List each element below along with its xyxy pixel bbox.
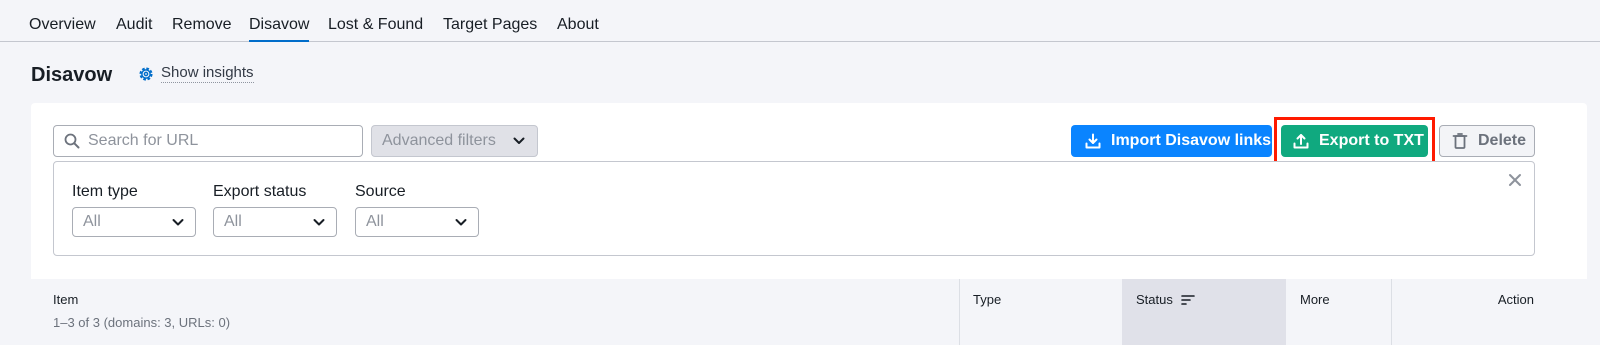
import-disavow-links-button[interactable]: Import Disavow links — [1071, 125, 1272, 157]
export-status-value: All — [224, 213, 242, 230]
export-to-txt-button[interactable]: Export to TXT — [1281, 125, 1428, 157]
top-navigation: Overview Audit Remove Disavow Lost & Fou… — [0, 0, 1600, 42]
tab-target-pages[interactable]: Target Pages — [443, 15, 537, 35]
column-status-wrap: Status — [1136, 292, 1195, 307]
chevron-down-icon — [313, 219, 325, 226]
search-icon — [64, 133, 80, 149]
download-icon — [1085, 133, 1101, 149]
export-status-select[interactable]: All — [213, 207, 337, 237]
close-icon[interactable] — [1508, 173, 1522, 187]
export-label: Export to TXT — [1319, 132, 1424, 149]
show-insights-label: Show insights — [161, 64, 254, 83]
source-label: Source — [355, 183, 406, 200]
chevron-down-icon — [172, 219, 184, 226]
tab-audit[interactable]: Audit — [116, 15, 152, 35]
upload-icon — [1293, 134, 1309, 149]
show-insights-link[interactable]: Show insights — [137, 64, 254, 83]
advanced-filters-button[interactable]: Advanced filters — [371, 125, 538, 157]
column-action-label: Action — [1497, 292, 1534, 307]
column-status-label: Status — [1136, 292, 1173, 307]
export-status-label: Export status — [213, 183, 307, 200]
advanced-filters-label: Advanced filters — [382, 132, 496, 149]
source-select[interactable]: All — [355, 207, 479, 237]
column-type[interactable]: Type — [959, 279, 1122, 345]
chevron-down-icon — [455, 219, 467, 226]
gear-icon — [139, 66, 153, 81]
delete-label: Delete — [1478, 132, 1527, 149]
column-more-label: More — [1300, 292, 1330, 307]
tab-remove[interactable]: Remove — [172, 15, 232, 35]
item-type-label: Item type — [72, 183, 138, 200]
search-input[interactable] — [88, 132, 348, 150]
page-title: Disavow — [31, 64, 113, 86]
column-type-label: Type — [973, 292, 1002, 307]
column-more[interactable]: More — [1286, 279, 1391, 345]
import-label: Import Disavow links — [1111, 132, 1272, 149]
item-type-select[interactable]: All — [72, 207, 196, 237]
source-value: All — [366, 213, 384, 230]
tab-overview[interactable]: Overview — [29, 15, 96, 35]
tab-lost-and-found[interactable]: Lost & Found — [328, 15, 423, 35]
column-item-label: Item — [53, 292, 79, 307]
items-summary: 1–3 of 3 (domains: 3, URLs: 0) — [53, 315, 231, 330]
search-field[interactable] — [53, 125, 363, 157]
column-item: Item 1–3 of 3 (domains: 3, URLs: 0) — [31, 279, 959, 345]
column-status[interactable]: Status — [1122, 279, 1286, 345]
delete-button[interactable]: Delete — [1439, 125, 1535, 157]
tab-disavow[interactable]: Disavow — [249, 15, 310, 42]
sort-icon — [1181, 294, 1195, 305]
column-action: Action — [1391, 279, 1587, 345]
chevron-down-icon — [513, 137, 525, 144]
item-type-value: All — [83, 213, 101, 230]
trash-icon — [1452, 133, 1468, 149]
tab-about[interactable]: About — [557, 15, 599, 35]
